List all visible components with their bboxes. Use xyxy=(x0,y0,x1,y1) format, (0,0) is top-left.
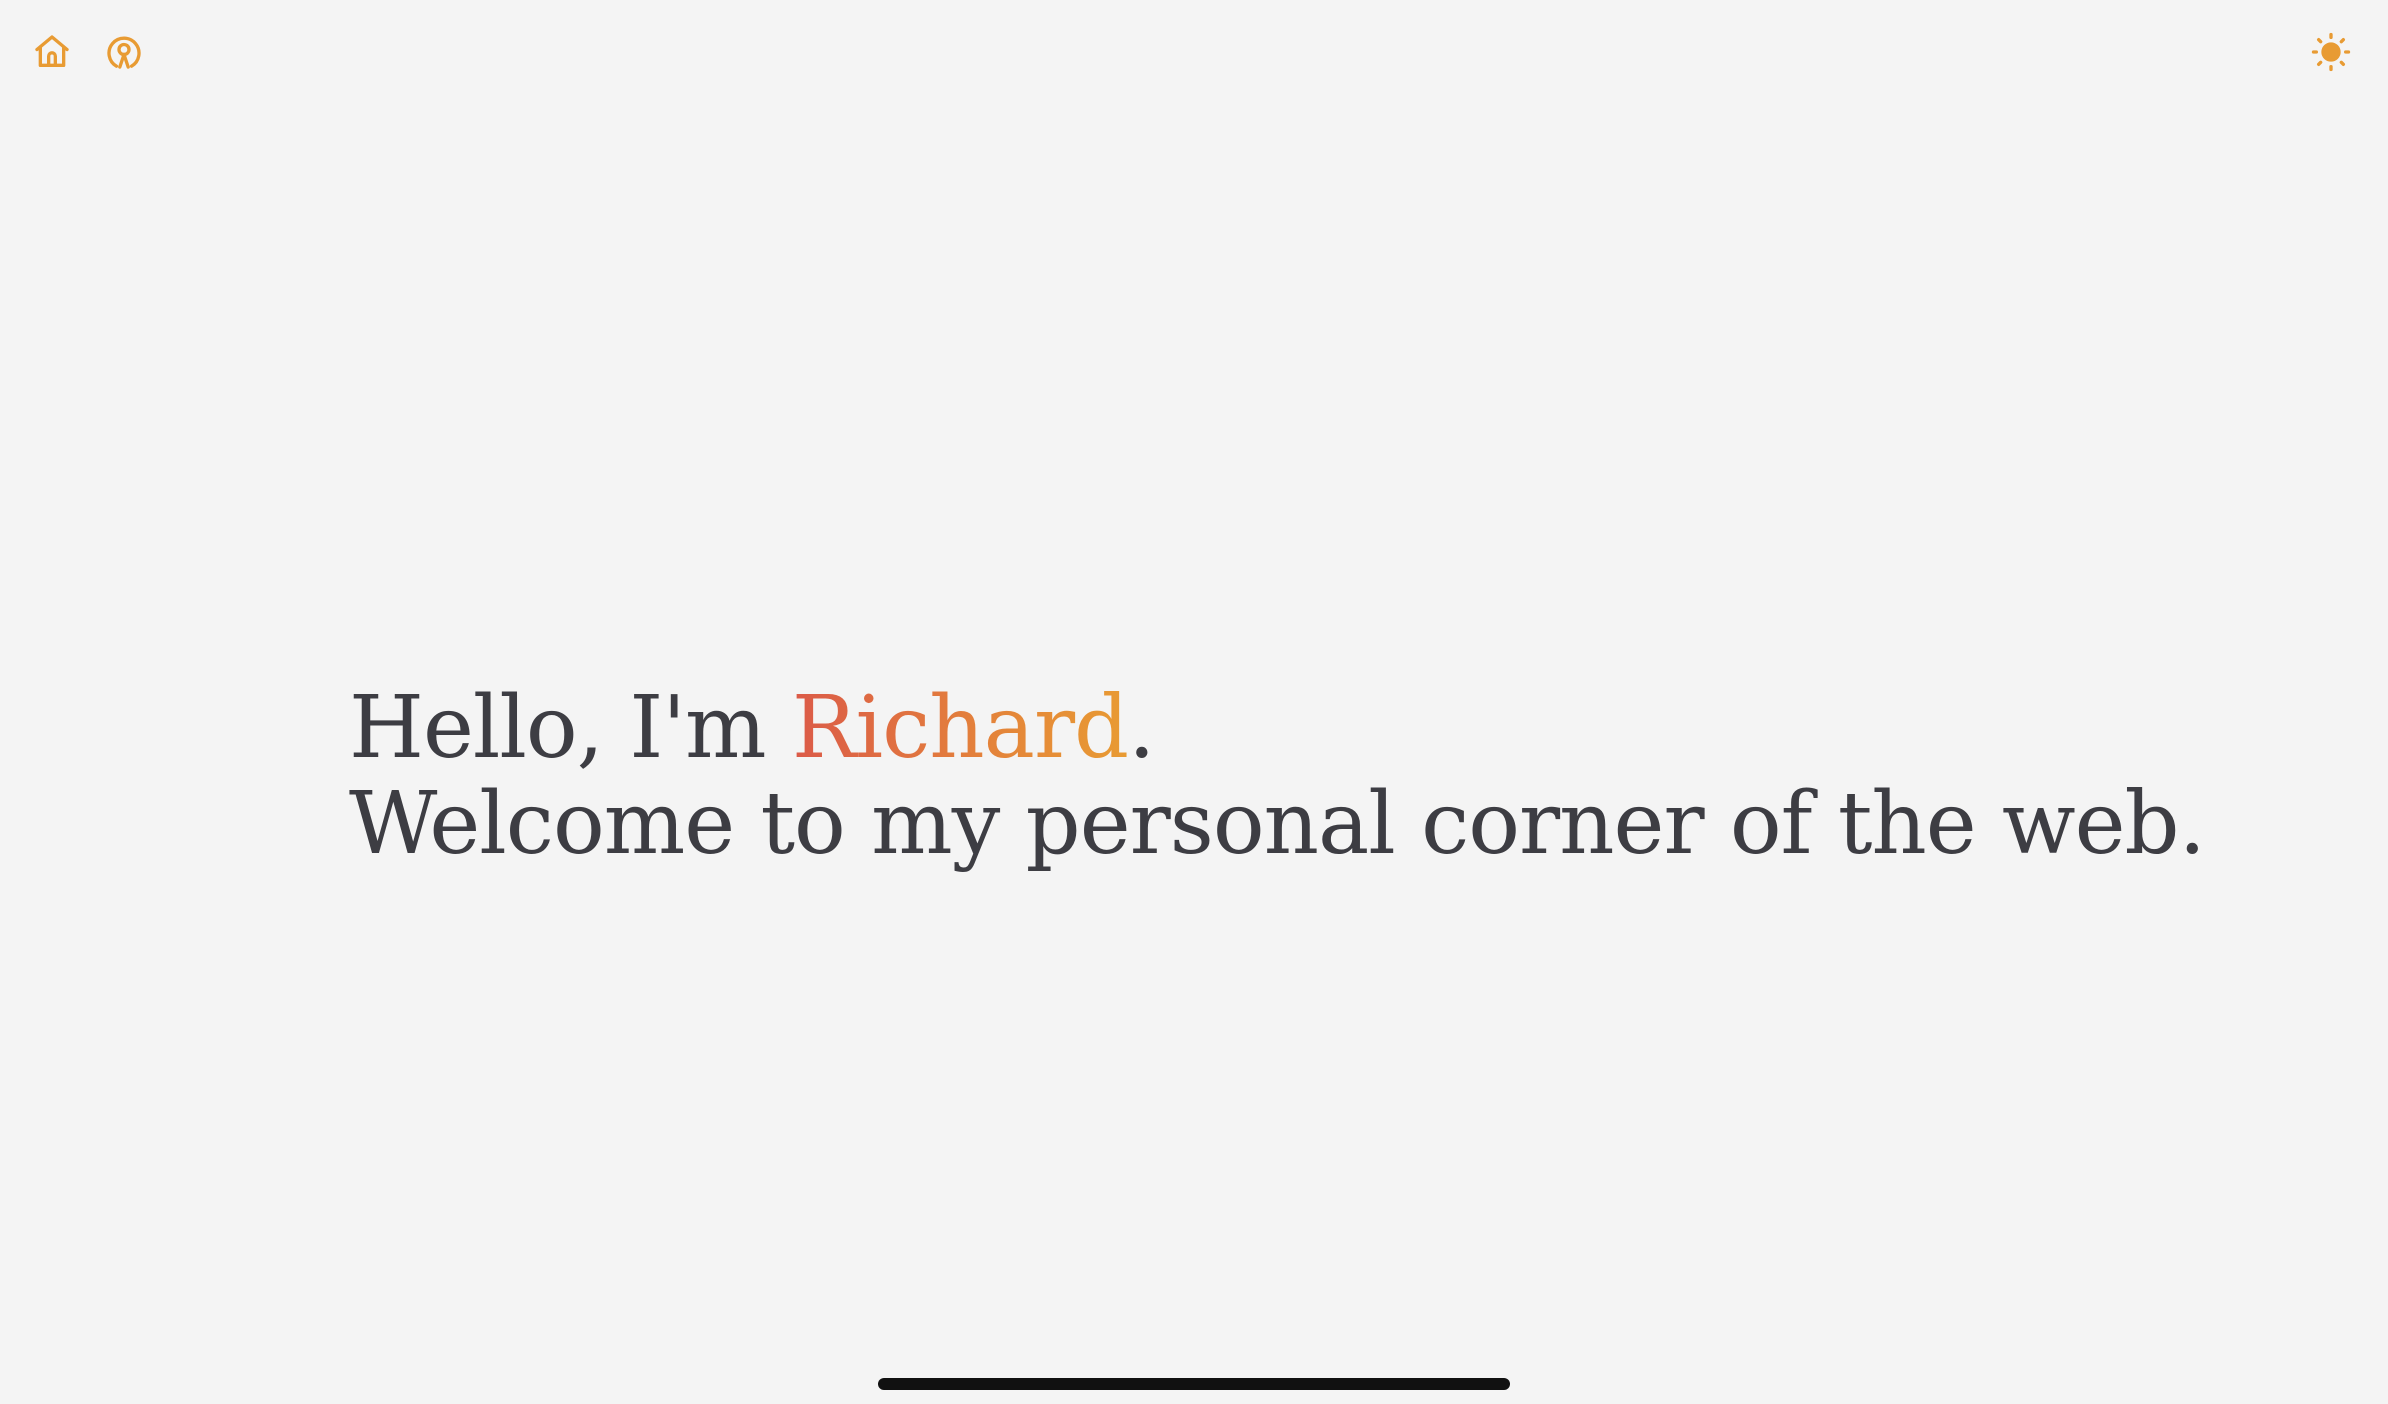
podcast-button[interactable] xyxy=(100,28,148,76)
home-indicator-bar[interactable] xyxy=(878,1378,1510,1390)
top-navigation xyxy=(0,0,2388,110)
greeting-suffix: . xyxy=(1128,678,1155,778)
greeting-line: Hello, I'm Richard. xyxy=(349,680,2249,776)
home-button[interactable] xyxy=(28,28,76,76)
sun-icon xyxy=(2311,32,2351,72)
welcome-line: Welcome to my personal corner of the web… xyxy=(349,774,2206,874)
author-name: Richard xyxy=(791,678,1129,778)
greeting-prefix: Hello, I'm xyxy=(349,678,792,778)
hero-intro: Hello, I'm Richard. Welcome to my person… xyxy=(349,680,2249,872)
home-icon xyxy=(35,35,69,68)
theme-toggle-button[interactable] xyxy=(2307,28,2355,76)
podcast-icon xyxy=(107,36,141,69)
